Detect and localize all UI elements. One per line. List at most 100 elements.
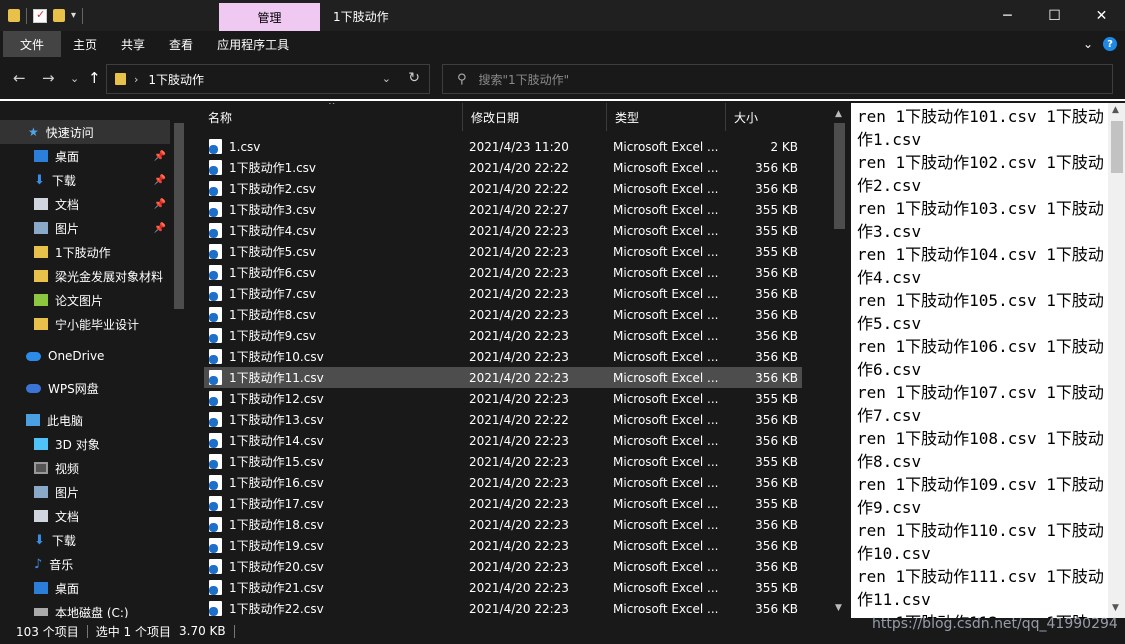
table-row[interactable]: 1下肢动作7.csv 2021/4/20 22:23 Microsoft Excel… <box>204 283 802 304</box>
sidebar-item-documents-pc[interactable]: 文档 <box>0 504 170 528</box>
file-size: 356 KB <box>755 328 798 343</box>
table-row[interactable]: 1下肢动作12.csv 2021/4/20 22:23 Microsoft Exce… <box>204 388 802 409</box>
file-list-scrollbar[interactable]: ▲ ▼ <box>831 103 848 618</box>
column-header-size[interactable]: 大小 <box>726 103 806 131</box>
sidebar-item-folder-3[interactable]: 论文图片 <box>0 288 170 312</box>
table-row[interactable]: 1下肢动作5.csv 2021/4/20 22:23 Microsoft Excel… <box>204 241 802 262</box>
scroll-down-icon[interactable]: ▼ <box>835 603 842 613</box>
recent-locations-button[interactable]: ⌄ <box>70 72 79 85</box>
table-row[interactable]: 1下肢动作8.csv 2021/4/20 22:23 Microsoft Excel… <box>204 304 802 325</box>
refresh-icon[interactable]: ↻ <box>408 70 420 86</box>
collapse-ribbon-icon[interactable]: ⌄ <box>1083 37 1093 51</box>
table-row[interactable]: 1下肢动作15.csv 2021/4/20 22:23 Microsoft Exce… <box>204 451 802 472</box>
navigation-pane: ★ 快速访问 桌面 📌 ⬇ 下载 📌 文档 📌 图片 📌 1下肢动作 梁光金发展… <box>0 103 188 618</box>
scrollbar-thumb[interactable] <box>174 123 184 309</box>
sidebar-item-pictures-pc[interactable]: 图片 <box>0 480 170 504</box>
folder-icon[interactable] <box>8 9 20 22</box>
navigation-scrollbar[interactable] <box>172 117 186 617</box>
table-row[interactable]: 1下肢动作10.csv 2021/4/20 22:23 Microsoft Exce… <box>204 346 802 367</box>
csv-file-icon <box>209 349 222 364</box>
close-button[interactable]: ✕ <box>1078 0 1125 31</box>
table-row[interactable]: 1下肢动作4.csv 2021/4/20 22:23 Microsoft Excel… <box>204 220 802 241</box>
context-tab-manage[interactable]: 管理 <box>219 3 320 31</box>
scroll-up-icon[interactable]: ▲ <box>1112 105 1119 115</box>
selection-size: 3.70 KB <box>179 624 226 638</box>
file-date: 2021/4/20 22:23 <box>469 349 569 364</box>
file-size: 355 KB <box>755 202 798 217</box>
column-header-type[interactable]: 类型 <box>607 103 726 131</box>
tab-view[interactable]: 查看 <box>157 31 205 57</box>
minimize-button[interactable]: ─ <box>984 0 1031 31</box>
table-row[interactable]: 1下肢动作22.csv 2021/4/20 22:23 Microsoft Exce… <box>204 598 802 618</box>
sidebar-item-label: 3D 对象 <box>55 437 100 452</box>
pin-icon[interactable]: 📌 <box>154 223 166 234</box>
scrollbar-thumb[interactable] <box>834 123 845 229</box>
tab-share[interactable]: 共享 <box>109 31 157 57</box>
sidebar-item-3d-objects[interactable]: 3D 对象 <box>0 432 170 456</box>
sidebar-item-label: 视频 <box>55 461 80 476</box>
address-bar[interactable]: › 1下肢动作 ⌄ ↻ <box>106 64 430 94</box>
sidebar-item-label: 此电脑 <box>47 413 84 428</box>
chevron-down-icon[interactable]: ▾ <box>71 10 76 21</box>
address-segment[interactable]: 1下肢动作 <box>148 71 204 88</box>
table-row[interactable]: 1下肢动作21.csv 2021/4/20 22:23 Microsoft Exce… <box>204 577 802 598</box>
csv-file-icon <box>209 307 222 322</box>
maximize-button[interactable]: ☐ <box>1031 0 1078 31</box>
sidebar-item-local-disk[interactable]: 本地磁盘 (C:) <box>0 600 170 618</box>
scroll-down-icon[interactable]: ▼ <box>1112 603 1119 613</box>
tab-home[interactable]: 主页 <box>61 31 109 57</box>
file-date: 2021/4/23 11:20 <box>469 139 569 154</box>
sidebar-item-folder-2[interactable]: 梁光金发展对象材料 <box>0 264 170 288</box>
sidebar-item-this-pc[interactable]: 此电脑 <box>0 408 170 432</box>
preview-scrollbar[interactable]: ▲ ▼ <box>1108 103 1125 618</box>
sidebar-item-wps[interactable]: WPS网盘 <box>0 376 170 400</box>
sidebar-item-desktop-pc[interactable]: 桌面 <box>0 576 170 600</box>
new-folder-icon[interactable] <box>53 9 65 22</box>
download-icon: ⬇ <box>34 532 45 548</box>
forward-button[interactable]: → <box>42 69 55 87</box>
sidebar-item-documents[interactable]: 文档 📌 <box>0 192 170 216</box>
table-row[interactable]: 1下肢动作17.csv 2021/4/20 22:23 Microsoft Exce… <box>204 493 802 514</box>
pin-icon[interactable]: 📌 <box>154 175 166 186</box>
sidebar-item-videos[interactable]: 视频 <box>0 456 170 480</box>
pin-icon[interactable]: 📌 <box>154 151 166 162</box>
table-row[interactable]: 1下肢动作2.csv 2021/4/20 22:22 Microsoft Excel… <box>204 178 802 199</box>
tab-file[interactable]: 文件 <box>3 31 62 57</box>
table-row[interactable]: 1下肢动作16.csv 2021/4/20 22:23 Microsoft Exce… <box>204 472 802 493</box>
properties-icon[interactable] <box>33 8 47 23</box>
table-row[interactable]: 1下肢动作1.csv 2021/4/20 22:22 Microsoft Excel… <box>204 157 802 178</box>
scrollbar-thumb[interactable] <box>1111 121 1123 173</box>
table-row[interactable]: 1下肢动作9.csv 2021/4/20 22:23 Microsoft Excel… <box>204 325 802 346</box>
sidebar-item-pictures[interactable]: 图片 📌 <box>0 216 170 240</box>
help-icon[interactable]: ? <box>1103 37 1117 51</box>
table-row[interactable]: 1下肢动作3.csv 2021/4/20 22:27 Microsoft Excel… <box>204 199 802 220</box>
pin-icon[interactable]: 📌 <box>154 199 166 210</box>
file-type: Microsoft Excel ... <box>613 202 719 217</box>
sidebar-item-folder-4[interactable]: 宁小能毕业设计 <box>0 312 170 336</box>
table-row[interactable]: 1下肢动作13.csv 2021/4/20 22:22 Microsoft Exce… <box>204 409 802 430</box>
table-row[interactable]: 1下肢动作11.csv 2021/4/20 22:23 Microsoft Exce… <box>204 367 802 388</box>
cloud-icon <box>26 351 41 361</box>
table-row[interactable]: 1.csv 2021/4/23 11:20 Microsoft Excel ... 2… <box>204 136 802 157</box>
column-header-date[interactable]: 修改日期 <box>463 103 607 131</box>
sidebar-item-downloads-pc[interactable]: ⬇ 下载 <box>0 528 170 552</box>
table-row[interactable]: 1下肢动作20.csv 2021/4/20 22:23 Microsoft Exce… <box>204 556 802 577</box>
table-row[interactable]: 1下肢动作18.csv 2021/4/20 22:23 Microsoft Exce… <box>204 514 802 535</box>
table-row[interactable]: 1下肢动作19.csv 2021/4/20 22:23 Microsoft Exce… <box>204 535 802 556</box>
sidebar-item-downloads[interactable]: ⬇ 下载 📌 <box>0 168 170 192</box>
sidebar-item-music[interactable]: ♪ 音乐 <box>0 552 170 576</box>
chevron-down-icon[interactable]: ⌄ <box>382 72 391 85</box>
column-header-name[interactable]: 名称 <box>200 103 463 131</box>
search-input[interactable]: ⚲ 搜索"1下肢动作" <box>442 64 1113 94</box>
table-row[interactable]: 1下肢动作14.csv 2021/4/20 22:23 Microsoft Exce… <box>204 430 802 451</box>
table-row[interactable]: 1下肢动作6.csv 2021/4/20 22:23 Microsoft Excel… <box>204 262 802 283</box>
scroll-up-icon[interactable]: ▲ <box>835 109 842 119</box>
tab-app-tools[interactable]: 应用程序工具 <box>205 31 301 57</box>
sidebar-item-onedrive[interactable]: OneDrive <box>0 344 170 368</box>
chevron-right-icon[interactable]: › <box>134 73 138 86</box>
sidebar-item-desktop[interactable]: 桌面 📌 <box>0 144 170 168</box>
sidebar-item-folder-1[interactable]: 1下肢动作 <box>0 240 170 264</box>
sidebar-item-quick-access[interactable]: ★ 快速访问 <box>0 120 170 144</box>
back-button[interactable]: ← <box>13 69 26 87</box>
up-button[interactable]: ↑ <box>88 69 101 87</box>
